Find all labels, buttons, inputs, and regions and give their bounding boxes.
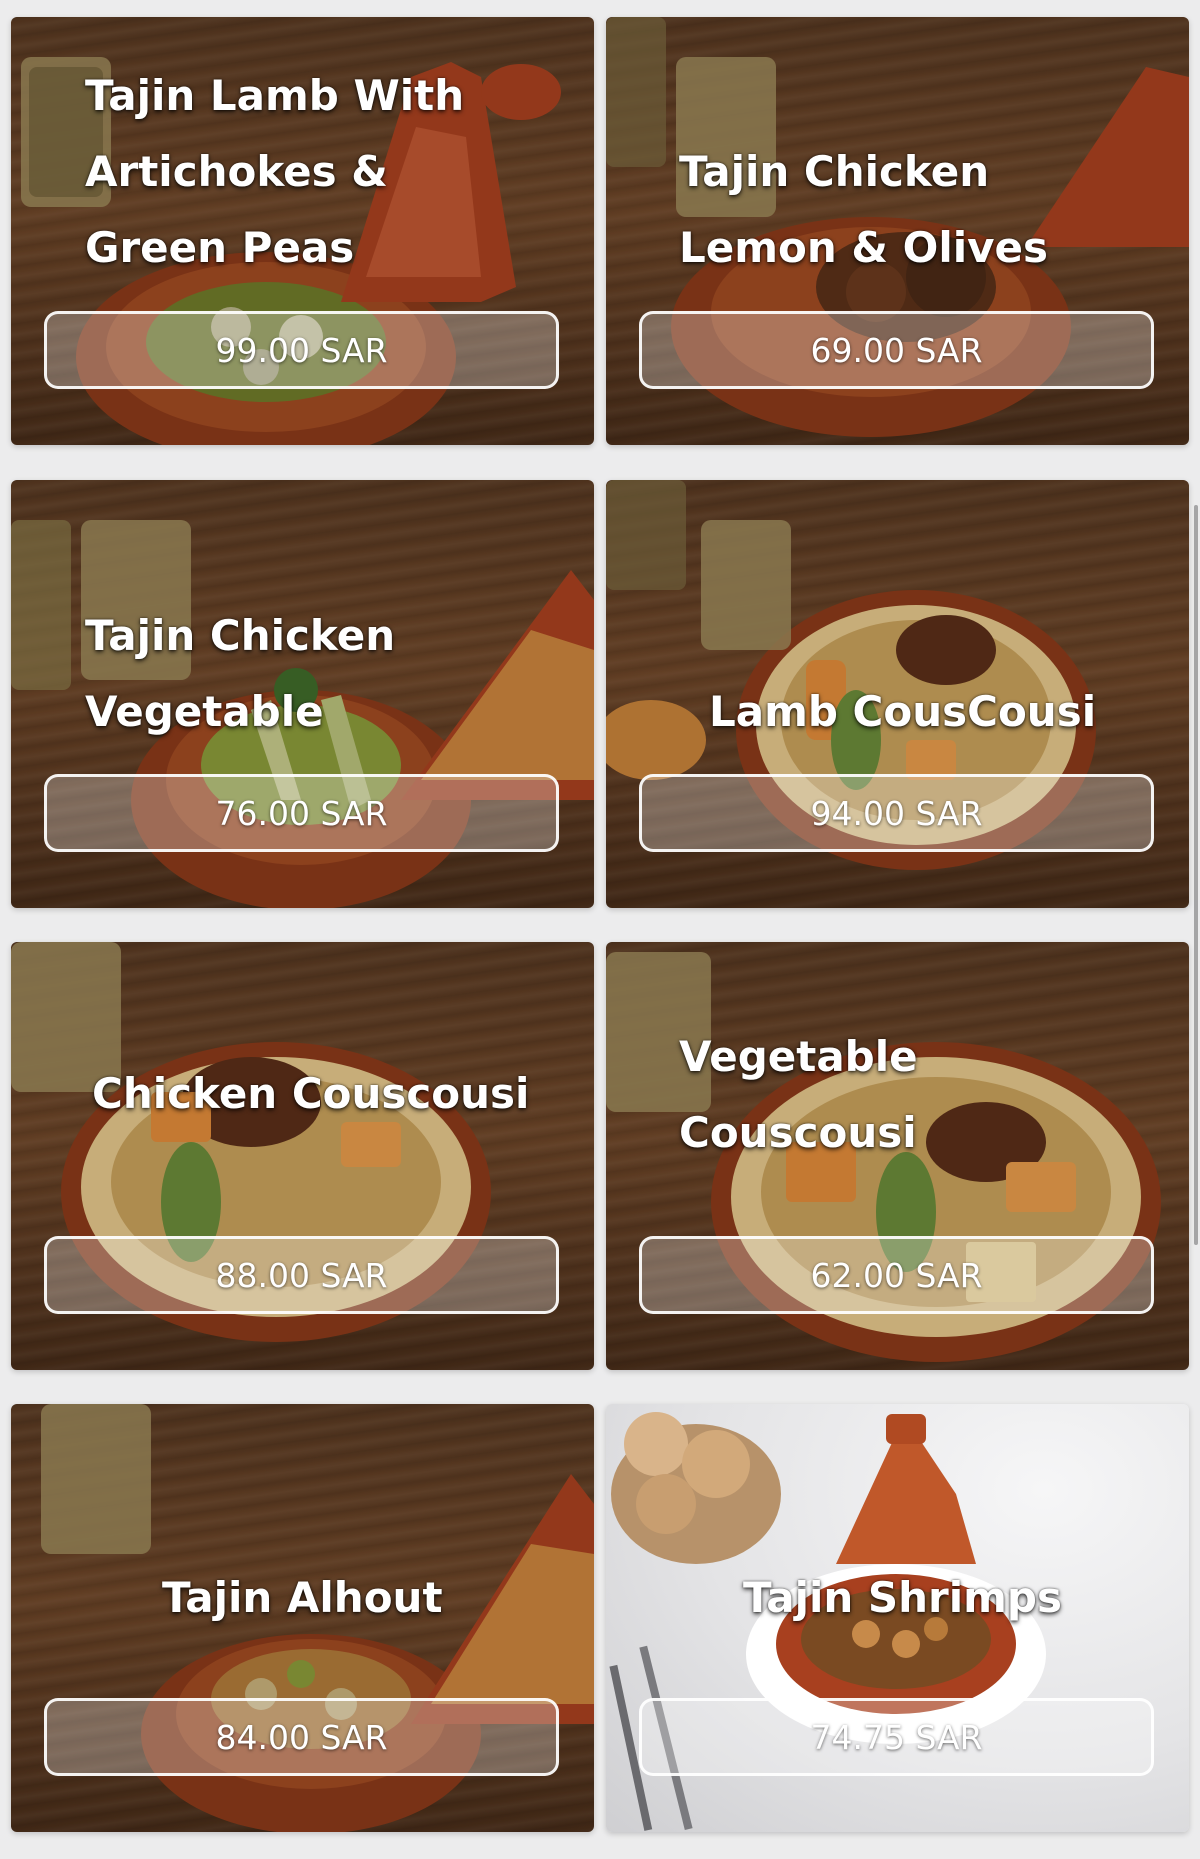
item-title: Tajin Chicken Vegetable [85, 611, 396, 736]
price-button[interactable]: 84.00 SAR [44, 1698, 559, 1776]
menu-card-lamb-couscousi[interactable]: Lamb CousCousi 94.00 SAR [606, 480, 1189, 908]
menu-card-tajin-alhout[interactable]: Tajin Alhout 84.00 SAR [11, 1404, 594, 1832]
item-title: Chicken Couscousi [92, 1069, 530, 1118]
price-button[interactable]: 62.00 SAR [639, 1236, 1154, 1314]
item-title: Tajin Alhout [162, 1573, 443, 1622]
price-button[interactable]: 69.00 SAR [639, 311, 1154, 389]
item-title: Tajin Lamb With Artichokes & Green Peas [85, 71, 465, 272]
price-button[interactable]: 74.75 SAR [639, 1698, 1154, 1776]
scrollbar[interactable] [1194, 505, 1198, 1245]
price-button[interactable]: 76.00 SAR [44, 774, 559, 852]
item-title: Vegetable Couscousi [679, 1032, 918, 1157]
price-button[interactable]: 99.00 SAR [44, 311, 559, 389]
menu-card-tajin-shrimps[interactable]: Tajin Shrimps 74.75 SAR [606, 1404, 1189, 1832]
price-button[interactable]: 94.00 SAR [639, 774, 1154, 852]
menu-card-tajin-lamb-artichokes[interactable]: Tajin Lamb With Artichokes & Green Peas … [11, 17, 594, 445]
menu-card-chicken-couscousi[interactable]: Chicken Couscousi 88.00 SAR [11, 942, 594, 1370]
price-button[interactable]: 88.00 SAR [44, 1236, 559, 1314]
item-title: Tajin Chicken Lemon & Olives [679, 147, 1048, 272]
menu-card-tajin-chicken-lemon[interactable]: Tajin Chicken Lemon & Olives 69.00 SAR [606, 17, 1189, 445]
menu-card-tajin-chicken-vegetable[interactable]: Tajin Chicken Vegetable 76.00 SAR [11, 480, 594, 908]
item-title: Tajin Shrimps [743, 1573, 1062, 1622]
menu-card-vegetable-couscousi[interactable]: Vegetable Couscousi 62.00 SAR [606, 942, 1189, 1370]
item-title: Lamb CousCousi [709, 687, 1097, 736]
menu-grid: Tajin Lamb With Artichokes & Green Peas … [0, 0, 1200, 1859]
